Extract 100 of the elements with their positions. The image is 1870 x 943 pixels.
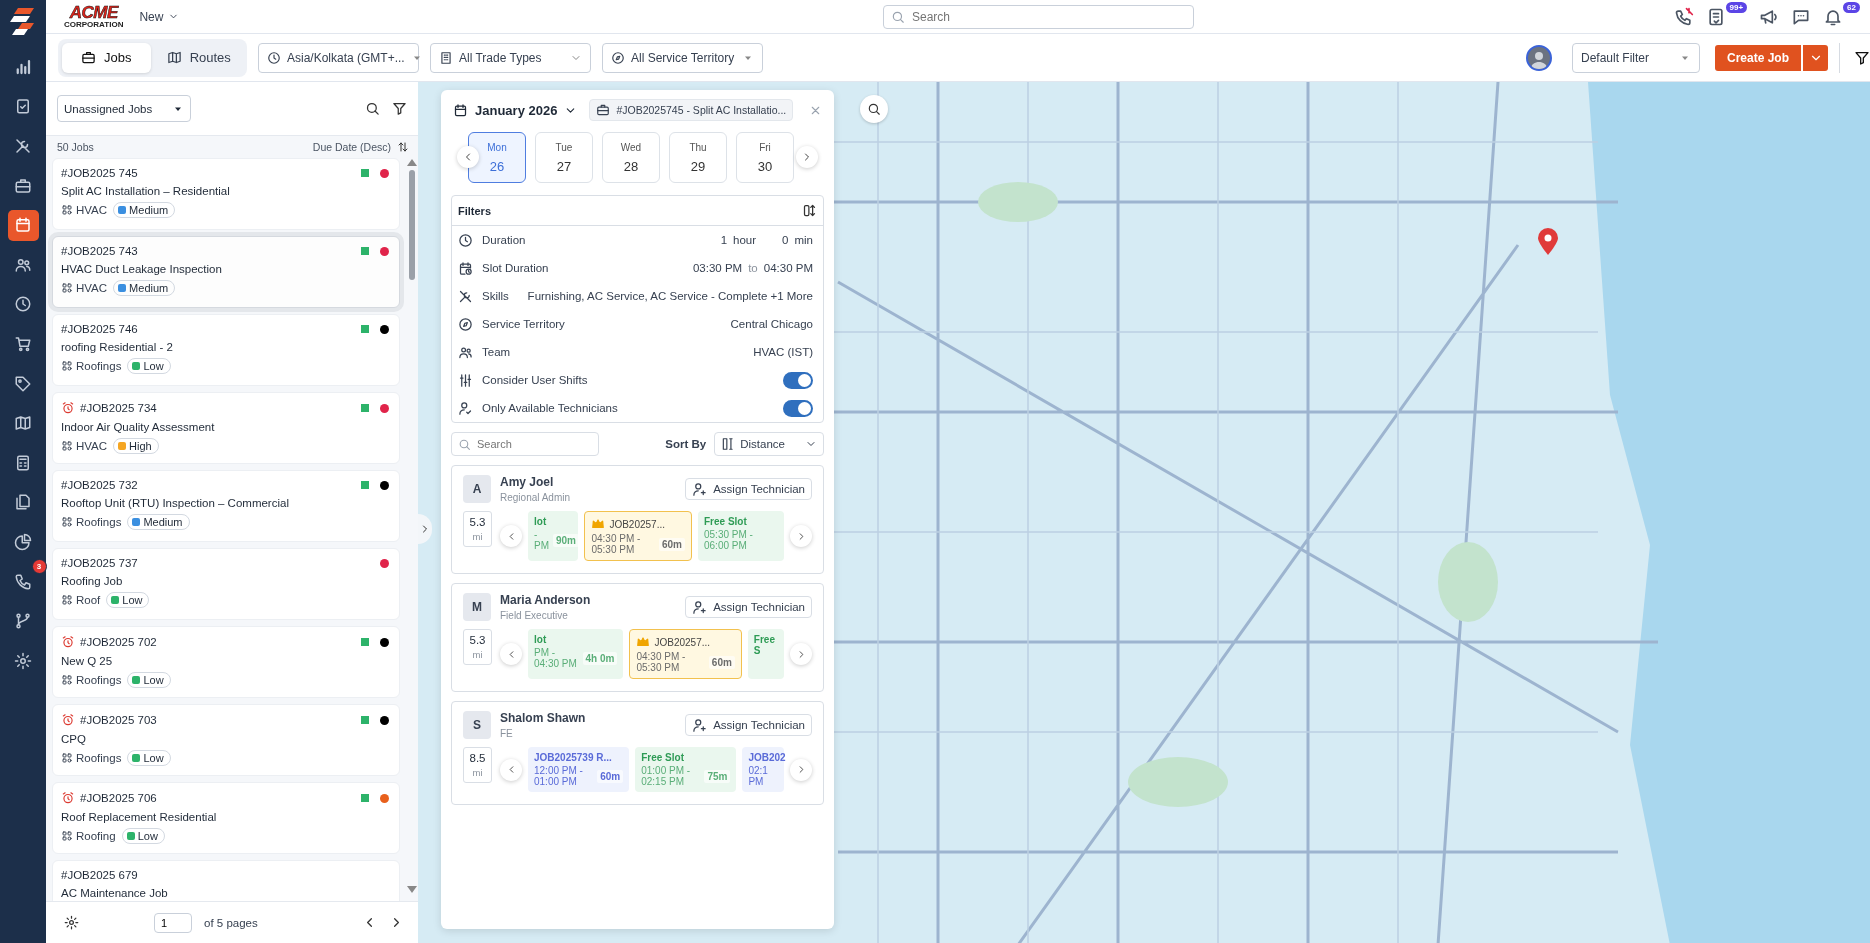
technician-role: FE [500,728,514,739]
filter-label: Consider User Shifts [482,374,588,386]
trade-label: Roofings [76,674,122,686]
create-job-button[interactable]: Create Job [1714,44,1801,71]
search-field[interactable]: Search [451,432,599,456]
sliders-icon [458,372,473,388]
cart-icon [14,334,32,353]
time-slot[interactable]: JOB202 02:1 PM [742,747,784,792]
filter-dropdown[interactable]: All Trade Types [430,42,591,73]
assign-technician-button[interactable]: Assign Technician [685,714,812,736]
job-card[interactable]: #JOB2025 703 CPQ Roofings Low [52,704,400,776]
job-card[interactable]: #JOB2025 746 roofing Residential - 2 Roofings Low [52,314,400,386]
alarm-clock-icon [61,401,75,415]
clipboard-icon [14,97,32,116]
nav-item[interactable] [7,209,39,241]
users-icon [458,344,473,360]
slot-title: Free Slot [641,752,684,763]
job-chip-label: #JOB2025745 - Split AC Installatio... [616,104,787,116]
slot-time: 12:00 PM - 01:00 PM [534,765,584,787]
job-id: #JOB2025 743 [61,245,139,257]
documents-icon [14,493,32,512]
assign-technician-button[interactable]: Assign Technician [685,596,812,618]
technician-name: Maria Anderson [500,593,591,607]
trade-label: Roofings [76,516,122,528]
job-view-dropdown[interactable]: Unassigned Jobs [57,95,191,122]
day-tab[interactable]: Mon 26 [468,132,526,183]
category-grid-icon [61,282,73,294]
new-menu[interactable]: New [139,9,180,24]
day-tab[interactable]: Fri 30 [736,132,794,183]
filter-button[interactable] [392,101,407,116]
filter-label: Only Available Technicians [482,402,618,414]
job-card[interactable]: #JOB2025 732 Rooftop Unit (RTU) Inspection – Commercial Roofings Medium [52,470,400,542]
filter-label: Team [482,346,511,358]
branch-icon [14,612,32,631]
settings-button[interactable] [64,915,79,930]
month-picker[interactable]: January 2026 [453,102,578,118]
time-slot[interactable]: JOB20257... 04:30 PM - 05:30 PM 60m [584,511,692,561]
scroll-up-icon[interactable] [407,159,417,166]
map-icon [166,50,182,65]
time-slot[interactable]: JOB2025739 R... 12:00 PM - 01:00 PM 60m [528,747,630,792]
toggle-switch[interactable] [783,399,813,417]
trade-label: Roofings [76,752,122,764]
toolbar-icon-button[interactable] [1673,6,1694,27]
trade-label: HVAC [76,204,108,216]
end-time: 04:30 PM [763,262,813,274]
phone-icon [14,572,32,591]
search-icon [365,101,380,116]
toggle-switch[interactable] [783,371,813,389]
scroll-down-icon[interactable] [407,886,417,893]
view-tab[interactable]: Jobs [62,42,151,73]
job-card[interactable]: #JOB2025 734 Indoor Air Quality Assessment HVAC High [52,392,400,464]
time-slot[interactable]: JOB20257... 04:30 PM - 05:30 PM 60m [629,629,742,679]
filter-dropdown[interactable]: All Service Territory [602,42,763,73]
job-id: #JOB2025 702 [80,636,158,648]
filter-label: Duration [482,234,526,246]
phone-muted-icon [1673,6,1694,27]
job-card[interactable]: #JOB2025 679 AC Maintenance Job [52,860,400,901]
day-tab[interactable]: Tue 27 [535,132,593,183]
crown-icon [591,517,606,531]
slot-duration: 75m [704,769,731,783]
job-id: #JOB2025 734 [80,402,158,414]
search-button[interactable] [365,101,380,116]
distance-badge: 5.3 mi [463,629,492,665]
filters-title: Filters [458,204,491,217]
distance-badge: 8.5 mi [463,747,492,783]
job-card[interactable]: #JOB2025 702 New Q 25 Roofings Low [52,626,400,698]
sort-button[interactable] [397,140,409,153]
slot-duration: 60m [597,769,624,783]
assign-technician-button[interactable]: Assign Technician [685,478,812,500]
page-input[interactable]: 1 [154,912,192,933]
settings-icon [14,651,32,670]
job-id: #JOB2025 746 [61,323,139,335]
job-card[interactable]: #JOB2025 745 Split AC Installation – Residential HVAC Medium [52,158,400,230]
crown-icon [636,635,651,649]
category-grid-icon [61,752,73,764]
filter-button[interactable] [1854,49,1870,66]
job-card[interactable]: #JOB2025 737 Roofing Job Roof Low [52,548,400,620]
category-grid-icon [61,594,73,606]
job-card[interactable]: #JOB2025 706 Roof Replacement Residential Roofing Low [52,782,400,854]
category-grid-icon [61,440,73,452]
slot-title: Free Slot [704,516,747,527]
job-id: #JOB2025 737 [61,557,139,569]
filter-dropdown[interactable]: Asia/Kolkata (GMT+... [258,42,419,73]
bar-chart-icon [14,57,32,76]
search-field[interactable]: Search [883,4,1194,29]
category-grid-icon [61,674,73,686]
job-title: New Q 25 [61,655,114,667]
previous-days-button[interactable] [457,146,479,168]
saved-filter-dropdown[interactable]: Default Filter [1571,42,1700,73]
trade-label: Roofing [76,830,116,842]
slot-title: JOB2025739 R... [534,752,612,763]
day-tab[interactable]: Thu 29 [669,132,727,183]
sort-dropdown[interactable]: Distance [714,432,824,456]
day-tab[interactable]: Wed 28 [602,132,660,183]
slot-time: 02:1 PM [748,765,769,787]
create-options-button[interactable] [1803,44,1828,71]
unit-label: min [794,234,813,246]
view-tab[interactable]: Routes [154,42,243,73]
slot-duration: 4h 0m [582,651,618,665]
calculator-icon [14,453,32,472]
